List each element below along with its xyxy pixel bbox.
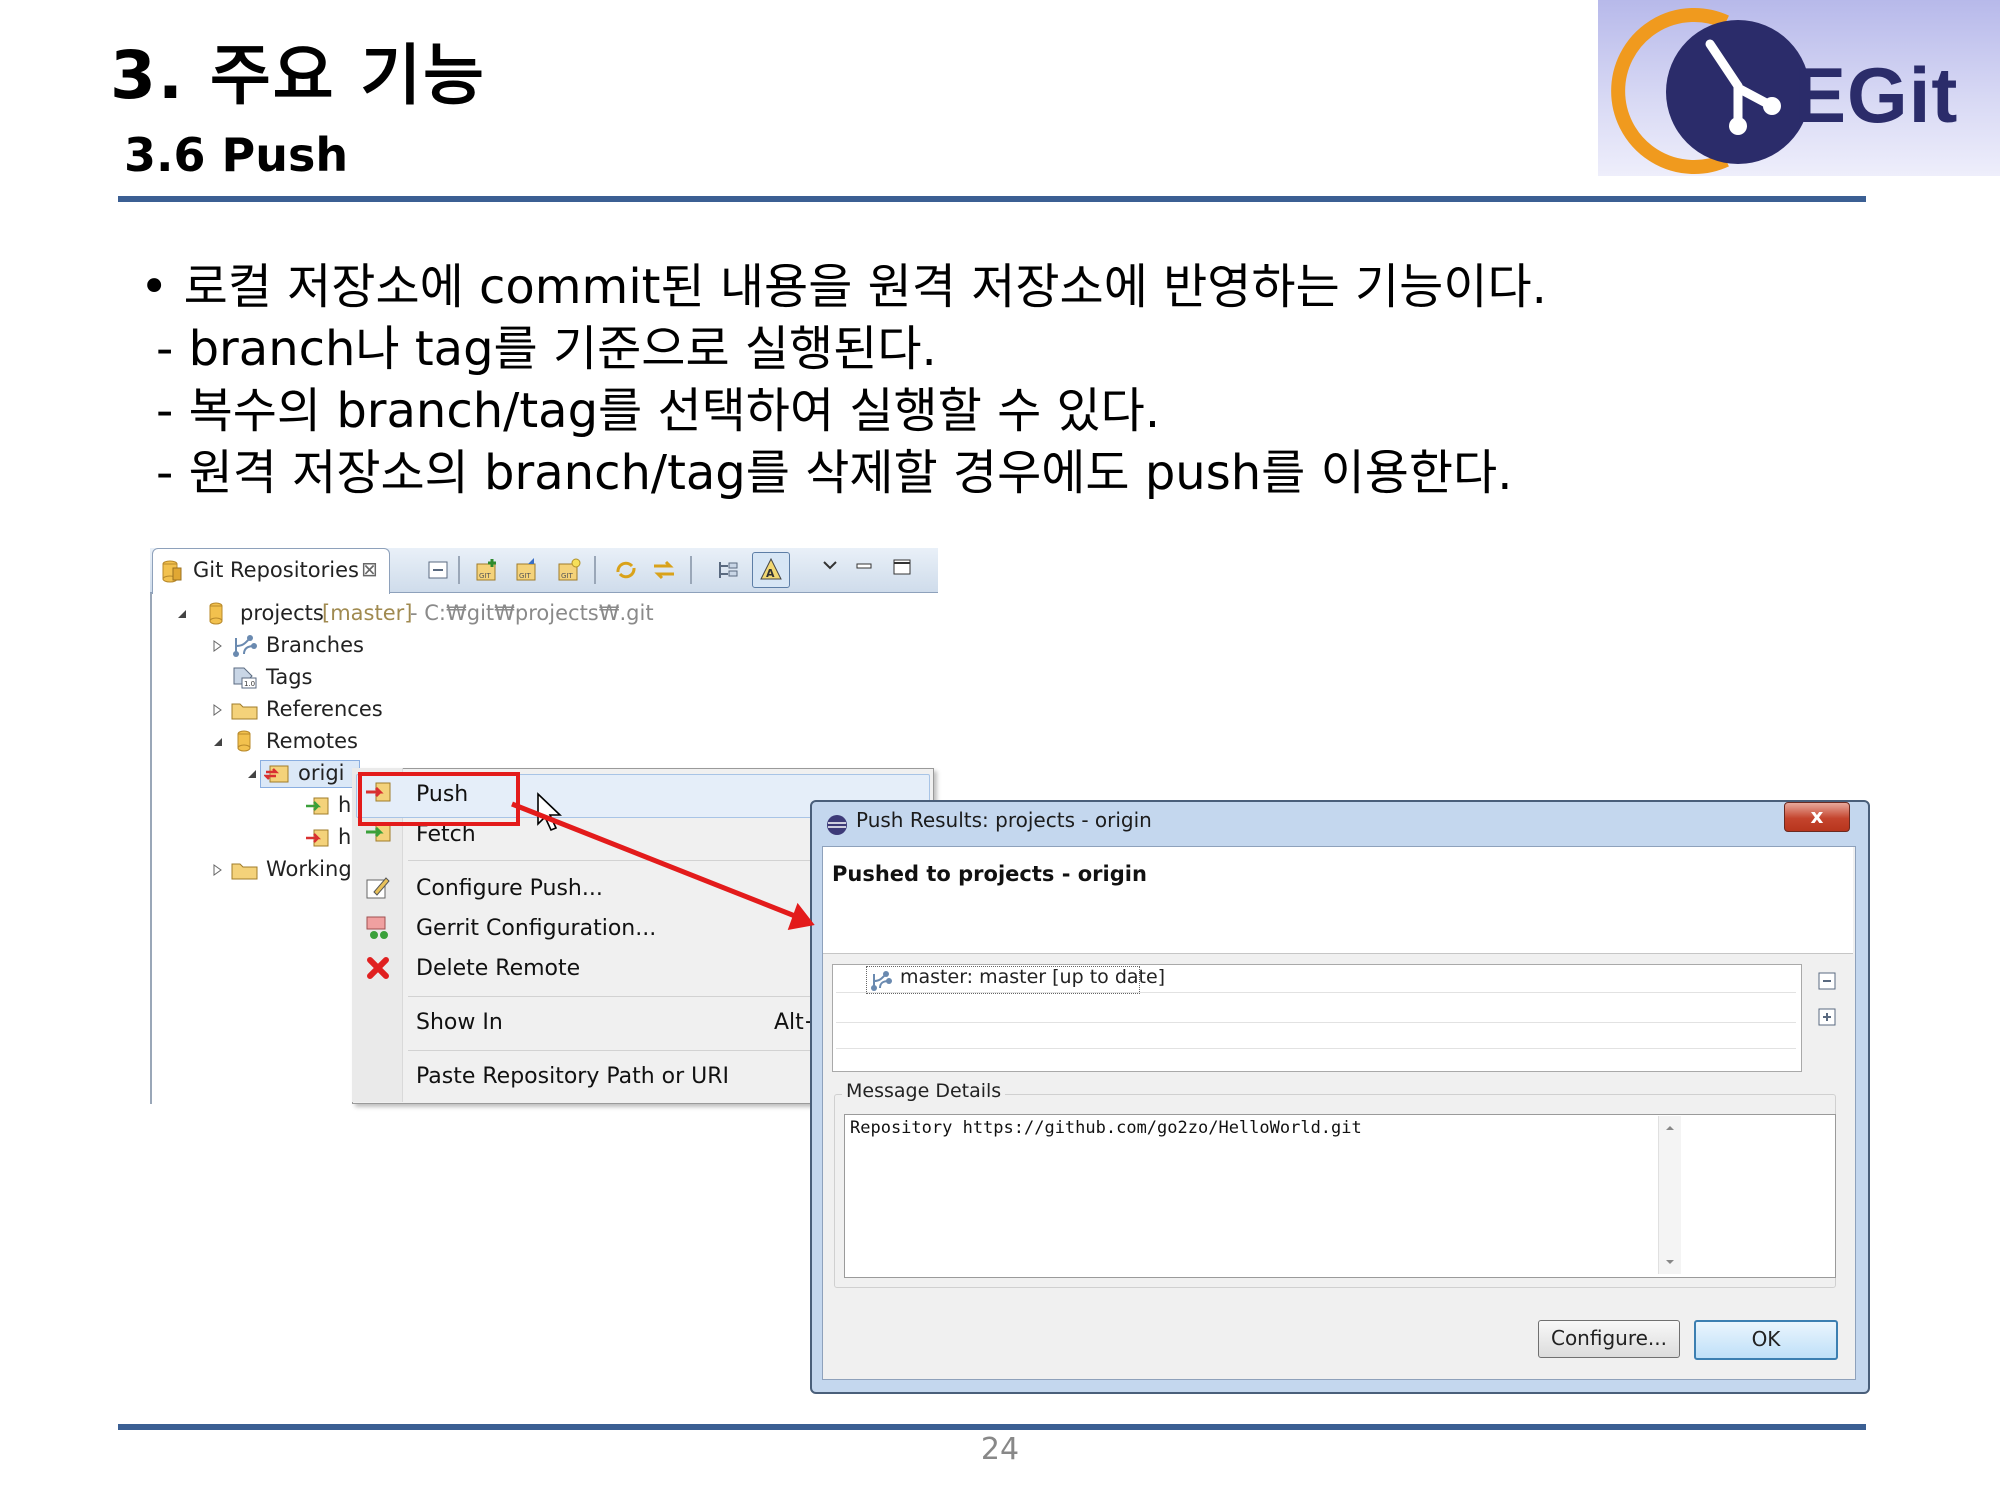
footer-divider	[118, 1424, 1866, 1430]
annotation-arrow-icon	[511, 801, 815, 930]
page-number: 24	[980, 1432, 1020, 1467]
